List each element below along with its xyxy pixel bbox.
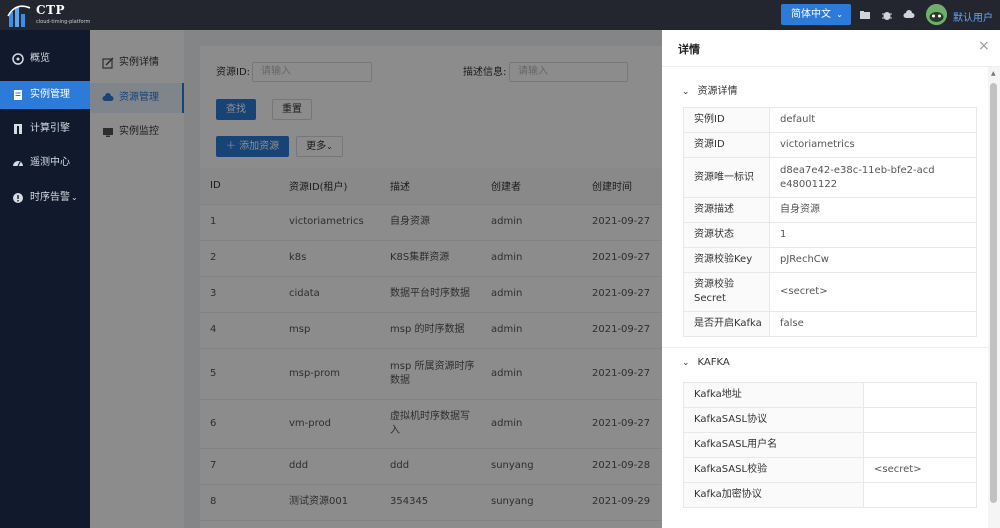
sidebar-item-label: 概览 [30, 53, 50, 64]
logo-subtitle: cloud-timing-platform [36, 19, 91, 25]
drawer-mask[interactable] [90, 30, 662, 528]
detail-row: 资源校验Key pJRechCw [683, 247, 977, 273]
sidebar-item-telemetry[interactable]: 遥测中心 [0, 149, 90, 177]
detail-value: <secret> [769, 272, 977, 312]
cloud-icon[interactable] [903, 9, 915, 21]
scrollbar-thumb[interactable] [990, 83, 997, 503]
close-icon[interactable]: × [978, 38, 990, 54]
chevron-down-icon: ⌄ [682, 87, 690, 97]
detail-key: 实例ID [683, 107, 770, 133]
detail-row: 实例ID default [683, 107, 977, 133]
detail-value [863, 382, 977, 408]
section-divider [662, 347, 988, 348]
section-kafka-header[interactable]: ⌄ KAFKA [682, 357, 730, 368]
detail-row: 是否开启Kafka false [683, 311, 977, 337]
sidebar-item-instance-management[interactable]: 实例管理 [0, 81, 90, 109]
sidebar-item-label: 遥测中心 [30, 157, 70, 168]
detail-row: KafkaSASL协议 [683, 407, 977, 433]
detail-row: Kafka加密协议 [683, 482, 977, 508]
top-header: CTP cloud-timing-platform 简体中文 ⌄ 默认用户 [0, 0, 1000, 30]
detail-row: Kafka地址 [683, 382, 977, 408]
sidebar-item-overview[interactable]: 概览 [0, 45, 90, 73]
detail-key: KafkaSASL协议 [683, 407, 864, 433]
detail-row: 资源描述 自身资源 [683, 197, 977, 223]
bug-icon[interactable] [881, 9, 893, 21]
sidebar: 概览 实例管理 计算引擎 遥测中心 时序告警⌄ [0, 30, 90, 528]
alert-icon [13, 193, 23, 203]
chevron-down-icon: ⌄ [836, 10, 843, 19]
sidebar-item-compute-engine[interactable]: 计算引擎 [0, 115, 90, 143]
scroll-up-icon[interactable]: ▲ [991, 70, 996, 77]
detail-key: 是否开启Kafka [683, 311, 770, 337]
sidebar-item-timeseries-alert[interactable]: 时序告警⌄ [0, 184, 90, 212]
detail-row: KafkaSASL校验 <secret> [683, 457, 977, 483]
detail-value [863, 407, 977, 433]
kafka-detail-table: Kafka地址 KafkaSASL协议 KafkaSASL用户名 KafkaSA… [683, 382, 977, 508]
detail-value: default [769, 107, 977, 133]
engine-icon [14, 124, 22, 134]
drawer-scrollbar[interactable]: ▲ [988, 67, 1000, 528]
detail-key: 资源ID [683, 132, 770, 158]
detail-key: 资源校验Key [683, 247, 770, 273]
detail-value: 1 [769, 222, 977, 248]
chevron-down-icon: ⌄ [71, 193, 78, 202]
detail-key: KafkaSASL校验 [683, 457, 864, 483]
document-icon [14, 90, 22, 100]
detail-row: 资源状态 1 [683, 222, 977, 248]
section-title: 资源详情 [697, 86, 738, 97]
detail-key: Kafka加密协议 [683, 482, 864, 508]
user-name[interactable]: 默认用户 [953, 9, 993, 24]
detail-value [863, 482, 977, 508]
app-logo[interactable]: CTP cloud-timing-platform [6, 2, 90, 28]
sidebar-item-label: 计算引擎 [30, 123, 70, 134]
drawer-title: 详情 [678, 43, 700, 56]
avatar-icon [926, 4, 947, 25]
detail-key: KafkaSASL用户名 [683, 432, 864, 458]
detail-key: Kafka地址 [683, 382, 864, 408]
detail-value: false [769, 311, 977, 337]
detail-row: KafkaSASL用户名 [683, 432, 977, 458]
detail-drawer: 详情 × ⌄ 资源详情 实例ID default 资源ID victoriametri… [662, 30, 1000, 528]
detail-key: 资源唯一标识 [683, 157, 770, 198]
detail-value: pJRechCw [769, 247, 977, 273]
language-label: 简体中文 [791, 9, 831, 20]
avatar[interactable] [926, 4, 947, 25]
resource-detail-table: 实例ID default 资源ID victoriametrics 资源唯一标识 d8… [683, 107, 977, 337]
language-dropdown[interactable]: 简体中文 ⌄ [781, 4, 851, 25]
detail-row: 资源唯一标识 d8ea7e42-e38c-11eb-bfe2-acde480011… [683, 157, 977, 198]
chevron-down-icon: ⌄ [682, 358, 690, 368]
detail-key: 资源描述 [683, 197, 770, 223]
detail-value: 自身资源 [769, 197, 977, 223]
detail-key: 资源校验Secret [683, 272, 770, 312]
logo-icon [7, 5, 31, 27]
detail-value [863, 432, 977, 458]
section-resource-detail-header[interactable]: ⌄ 资源详情 [682, 82, 738, 97]
detail-value: <secret> [863, 457, 977, 483]
detail-value: d8ea7e42-e38c-11eb-bfe2-acde48001122 [769, 157, 977, 198]
detail-row: 资源ID victoriametrics [683, 132, 977, 158]
gauge-icon [13, 161, 23, 167]
drawer-header: 详情 × [662, 30, 1000, 67]
sidebar-item-label: 时序告警 [30, 192, 70, 203]
folder-icon[interactable] [859, 9, 871, 21]
logo-title: CTP [36, 3, 66, 17]
detail-row: 资源校验Secret <secret> [683, 272, 977, 312]
section-title: KAFKA [697, 357, 730, 368]
sidebar-item-label: 实例管理 [30, 89, 70, 100]
detail-value: victoriametrics [769, 132, 977, 158]
dashboard-icon [12, 53, 24, 65]
detail-key: 资源状态 [683, 222, 770, 248]
